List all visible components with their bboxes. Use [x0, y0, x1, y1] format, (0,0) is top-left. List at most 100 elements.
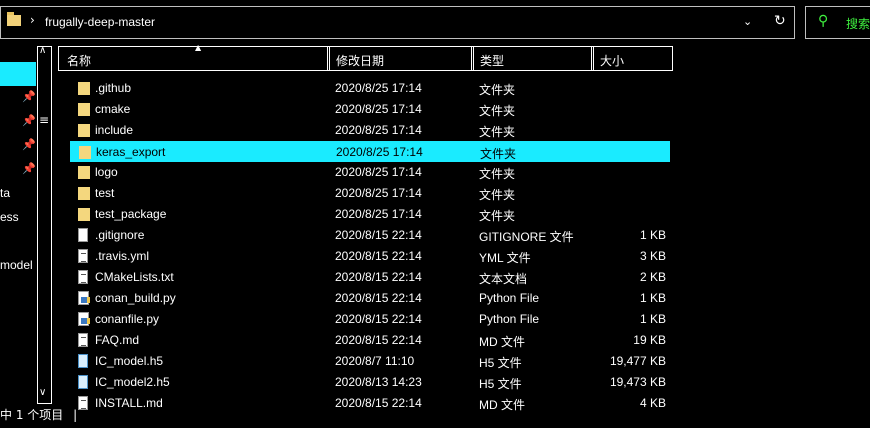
file-row[interactable]: .github 2020/8/25 17:14 文件夹: [70, 78, 670, 99]
pin-icon[interactable]: 📌: [22, 138, 36, 151]
file-name: conan_build.py: [95, 291, 176, 305]
file-name: include: [95, 123, 134, 137]
folder-icon: [78, 208, 90, 221]
refresh-icon[interactable]: ↻: [774, 13, 786, 29]
file-date: 2020/8/15 22:14: [335, 228, 422, 242]
file-row[interactable]: test 2020/8/25 17:14 文件夹: [70, 183, 670, 204]
file-name: INSTALL.md: [95, 396, 163, 410]
file-date: 2020/8/15 22:14: [335, 312, 422, 326]
file-type: 文本文档: [479, 272, 528, 286]
file-name: .travis.yml: [95, 249, 149, 263]
pin-icon[interactable]: 📌: [22, 114, 36, 127]
file-type: H5 文件: [479, 356, 522, 370]
file-date: 2020/8/7 11:10: [335, 354, 415, 368]
file-size: 2 KB: [639, 270, 666, 284]
file-name: conanfile.py: [95, 312, 160, 326]
nav-scrollbar[interactable]: ∧ ≡ ∨: [37, 45, 52, 404]
file-date: 2020/8/15 22:14: [335, 249, 422, 263]
folder-icon: [78, 187, 90, 200]
file-name: test: [95, 186, 115, 200]
file-size: 19 KB: [633, 333, 666, 347]
file-type: Python File: [479, 291, 540, 305]
selection-count: 中 1 个项目: [0, 408, 64, 422]
file-row[interactable]: cmake 2020/8/25 17:14 文件夹: [70, 99, 670, 120]
column-header-size[interactable]: 大小: [591, 46, 673, 71]
nav-item-label[interactable]: ess: [0, 210, 19, 224]
file-date: 2020/8/15 22:14: [335, 333, 422, 347]
file-row[interactable]: logo 2020/8/25 17:14 文件夹: [70, 162, 670, 183]
file-date: 2020/8/25 17:14: [335, 102, 422, 116]
scroll-up-icon[interactable]: ∧: [39, 45, 46, 56]
search-box[interactable]: ⚲ 搜索: [805, 6, 870, 39]
file-row[interactable]: test_package 2020/8/25 17:14 文件夹: [70, 204, 670, 225]
file-name: cmake: [95, 102, 131, 116]
nav-selected-item[interactable]: [0, 62, 36, 86]
file-type: Python File: [479, 312, 540, 326]
file-type: 文件夹: [479, 188, 516, 202]
file-date: 2020/8/13 14:23: [335, 375, 422, 389]
scroll-grip-icon[interactable]: ≡: [39, 113, 49, 127]
file-date: 2020/8/25 17:14: [335, 165, 422, 179]
file-size: 1 KB: [639, 312, 666, 326]
file-row[interactable]: .travis.yml 2020/8/15 22:14 YML 文件 3 KB: [70, 246, 670, 267]
folder-icon: [78, 124, 90, 137]
file-type: 文件夹: [479, 83, 516, 97]
file-row[interactable]: IC_model2.h5 2020/8/13 14:23 H5 文件 19,473 K…: [70, 372, 670, 393]
file-name: CMakeLists.txt: [95, 270, 174, 284]
address-history-dropdown-icon[interactable]: ⌄: [743, 15, 752, 28]
file-row[interactable]: FAQ.md 2020/8/15 22:14 MD 文件 19 KB: [70, 330, 670, 351]
file-date: 2020/8/25 17:14: [335, 186, 422, 200]
file-type: 文件夹: [480, 147, 517, 161]
search-placeholder[interactable]: 搜索: [846, 15, 870, 32]
file-name: FAQ.md: [95, 333, 140, 347]
file-row[interactable]: include 2020/8/25 17:14 文件夹: [70, 120, 670, 141]
column-header-date[interactable]: 修改日期: [327, 46, 474, 71]
folder-icon: [78, 82, 90, 95]
folder-icon: [78, 166, 90, 179]
file-type: 文件夹: [479, 125, 516, 139]
nav-item-label[interactable]: model: [0, 258, 33, 272]
python-file-icon: [78, 291, 90, 305]
text-file-icon: [78, 270, 88, 284]
file-type: 文件夹: [479, 209, 516, 223]
h5-file-icon: [78, 354, 88, 368]
file-row[interactable]: .gitignore 2020/8/15 22:14 GITIGNORE 文件 1 K…: [70, 225, 670, 246]
folder-icon: [78, 103, 90, 116]
text-file-icon: [78, 333, 88, 347]
address-bar[interactable]: › frugally-deep-master ⌄ ↻: [0, 6, 795, 39]
column-header-type[interactable]: 类型: [471, 46, 594, 71]
python-file-icon: [78, 312, 90, 326]
status-bar: 中 1 个项目 |: [0, 406, 77, 423]
file-size: 19,473 KB: [609, 375, 666, 389]
pin-icon[interactable]: 📌: [22, 162, 36, 175]
column-header-name[interactable]: 名称: [58, 46, 330, 71]
file-icon: [78, 228, 88, 242]
status-divider: |: [73, 408, 78, 422]
nav-item-label[interactable]: ta: [0, 186, 10, 200]
file-date: 2020/8/25 17:14: [335, 207, 422, 221]
file-row[interactable]: conan_build.py 2020/8/15 22:14 Python File…: [70, 288, 670, 309]
file-row[interactable]: INSTALL.md 2020/8/15 22:14 MD 文件 4 KB: [70, 393, 670, 414]
breadcrumb-current-folder[interactable]: frugally-deep-master: [45, 15, 155, 29]
breadcrumb-chevron-icon[interactable]: ›: [30, 13, 35, 27]
file-type: GITIGNORE 文件: [479, 230, 574, 244]
scroll-down-icon[interactable]: ∨: [39, 387, 46, 398]
file-size: 1 KB: [639, 291, 666, 305]
pin-icon[interactable]: 📌: [22, 90, 36, 103]
file-type: 文件夹: [479, 167, 516, 181]
file-date: 2020/8/15 22:14: [335, 396, 422, 410]
text-file-icon: [78, 249, 88, 263]
file-row[interactable]: IC_model.h5 2020/8/7 11:10 H5 文件 19,477 KB: [70, 351, 670, 372]
file-date: 2020/8/25 17:14: [335, 123, 422, 137]
file-size: 1 KB: [639, 228, 666, 242]
file-row[interactable]: conanfile.py 2020/8/15 22:14 Python File 1 …: [70, 309, 670, 330]
file-name: test_package: [95, 207, 167, 221]
file-name: IC_model.h5: [95, 354, 164, 368]
file-name: logo: [95, 165, 118, 179]
folder-icon: [79, 146, 91, 159]
file-row[interactable]: CMakeLists.txt 2020/8/15 22:14 文本文档 2 KB: [70, 267, 670, 288]
file-name: IC_model2.h5: [95, 375, 170, 389]
folder-icon: [7, 12, 21, 26]
text-file-icon: [78, 396, 88, 410]
file-row[interactable]: keras_export 2020/8/25 17:14 文件夹: [70, 141, 670, 162]
